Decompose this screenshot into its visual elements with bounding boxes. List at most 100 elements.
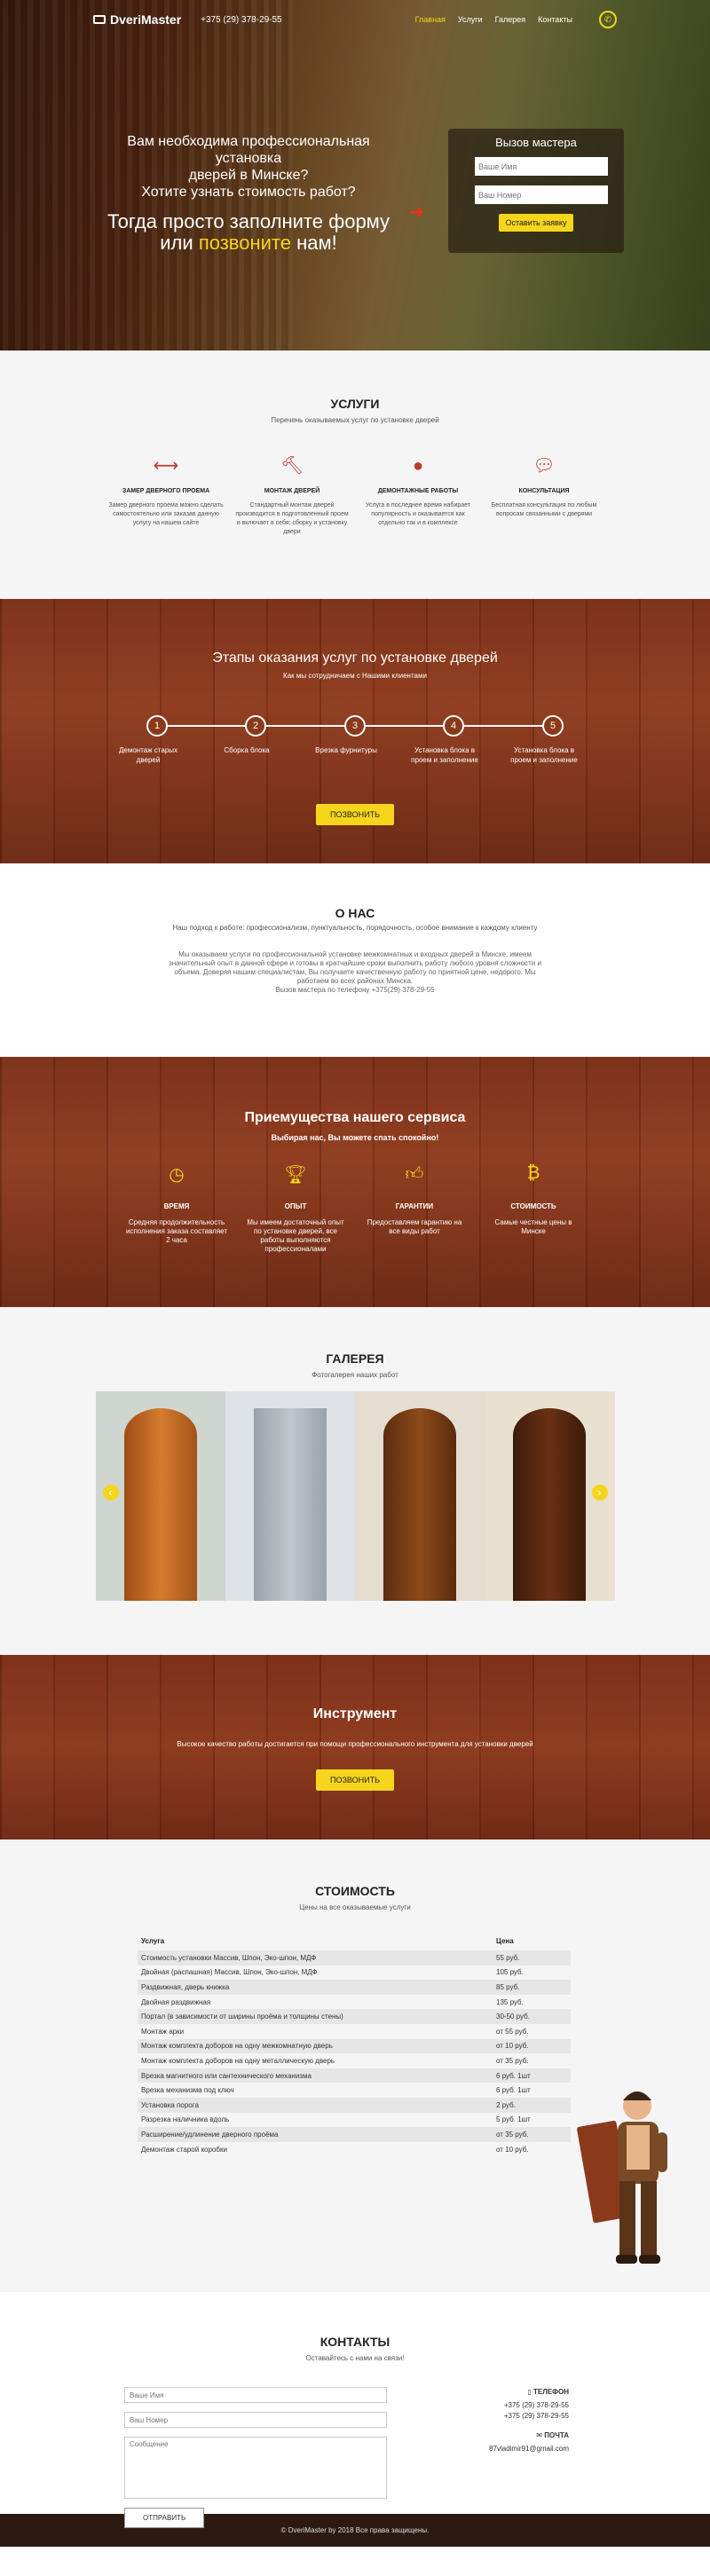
header-phone[interactable]: +375 (29) 378-29-55 bbox=[201, 15, 281, 25]
price-value: от 55 руб. bbox=[496, 2027, 529, 2036]
advantage-desc: Мы имеем достаточный опыт по установке д… bbox=[247, 1218, 344, 1253]
service-title: ДЕМОНТАЖНЫЕ РАБОТЫ bbox=[377, 488, 459, 494]
callback-submit-button[interactable]: Оставить заявку bbox=[498, 214, 574, 232]
hero-line-2: дверей в Минске? bbox=[188, 168, 309, 183]
callback-name-input[interactable] bbox=[475, 157, 608, 176]
price-value: 105 руб. bbox=[496, 1968, 524, 1977]
mail-heading-text: ПОЧТА bbox=[544, 2431, 569, 2439]
price-value: от 35 руб. bbox=[493, 2127, 571, 2142]
contact-email[interactable]: 87vladimir91@gmail.com bbox=[471, 2444, 569, 2454]
stages-call-button[interactable]: ПОЗВОНИТЬ bbox=[316, 804, 394, 825]
price-row: Врезка механизма под ключ 6 руб. 1шт bbox=[138, 2083, 571, 2098]
col-price: Цена bbox=[496, 1937, 514, 1945]
stages-section: Этапы оказания услуг по установке дверей… bbox=[0, 599, 710, 863]
tools-section: Инструмент Высокое качество работы дости… bbox=[0, 1655, 710, 1839]
advantage-title: ОПЫТ bbox=[284, 1202, 307, 1210]
step-1: 1 bbox=[146, 715, 168, 737]
price-value: 135 руб. bbox=[496, 1997, 524, 2006]
step-2: 2 bbox=[245, 715, 266, 737]
price-value: 30-50 руб. bbox=[493, 2009, 571, 2024]
menu-item-gallery[interactable]: Галерея bbox=[495, 15, 526, 24]
advantage-desc: Средняя продолжительность исполнения зак… bbox=[125, 1218, 228, 1244]
price-service: Расширение/удлинение дверного проёма bbox=[138, 2127, 493, 2142]
price-value: 5 руб. 1шт bbox=[496, 2115, 531, 2124]
gallery-subtitle: Фотогалерея наших работ bbox=[312, 1371, 398, 1379]
price-service: Монтаж комплекта доборов на одну межкомн… bbox=[138, 2038, 493, 2054]
about-phone-line: Вызов мастера по телефону +375(29) 378-2… bbox=[275, 986, 435, 994]
service-consult: 💬︎ КОНСУЛЬТАЦИЯ Бесплатная консультация … bbox=[486, 449, 602, 537]
arrow-right-icon: ➜ bbox=[408, 201, 425, 223]
advantage-experience: 🏆︎ ОПЫТ Мы имеем достаточный опыт по уст… bbox=[244, 1163, 347, 1254]
about-section: О НАС Наш подход к работе: профессионали… bbox=[0, 863, 710, 1057]
price-value: 2 руб. bbox=[493, 2097, 571, 2113]
gallery-image[interactable] bbox=[355, 1391, 485, 1601]
contact-info: ▯ ТЕЛЕФОН +375 (29) 378-29-55 +375 (29) … bbox=[471, 2387, 569, 2528]
service-title: МОНТАЖ ДВЕРЕЙ bbox=[264, 488, 320, 494]
advantages-title: Приемущества нашего сервиса bbox=[244, 1110, 466, 1125]
contacts-section: КОНТАКТЫ Оставайтесь с нами на связи! ОТ… bbox=[0, 2292, 710, 2528]
price-value: 85 руб. bbox=[493, 1980, 571, 1995]
chevron-right-icon: › bbox=[597, 1486, 602, 1499]
contact-phone-2[interactable]: +375 (29) 378-29-55 bbox=[471, 2411, 569, 2422]
callback-form: Вызов мастера Оставить заявку bbox=[448, 129, 624, 253]
contacts-title: КОНТАКТЫ bbox=[320, 2335, 390, 2349]
price-row: Установка порога 2 руб. bbox=[138, 2097, 571, 2113]
logo-text: DveriMaster bbox=[110, 12, 182, 27]
contact-message-input[interactable] bbox=[124, 2437, 387, 2499]
prices-title: СТОИМОСТЬ bbox=[315, 1884, 395, 1898]
menu-item-services[interactable]: Услуги bbox=[458, 15, 483, 24]
step-label-5: Установка блока в проем и заполнение bbox=[510, 746, 578, 764]
phone-call-button[interactable]: ✆ bbox=[599, 11, 617, 28]
advantage-desc: Предоставляем гарантию на все виды работ bbox=[367, 1218, 462, 1235]
menu-item-home[interactable]: Главная bbox=[415, 15, 446, 24]
price-service: Портал (в зависимости от ширины проёма и… bbox=[138, 2009, 493, 2024]
logo[interactable]: DveriMaster bbox=[93, 12, 181, 27]
contact-phone-input[interactable] bbox=[124, 2412, 387, 2428]
price-row: Демонтаж старой коробки от 10 руб. bbox=[138, 2142, 571, 2157]
services-title: УСЛУГИ bbox=[330, 397, 380, 411]
advantage-time: ◷ ВРЕМЯ Средняя продолжительность исполн… bbox=[125, 1163, 228, 1254]
service-desc: Замер дверного проема можно сделать само… bbox=[108, 502, 224, 526]
envelope-icon: ✉ bbox=[536, 2431, 542, 2439]
advantage-title: СТОИМОСТЬ bbox=[510, 1202, 556, 1210]
gallery-title: ГАЛЕРЕЯ bbox=[326, 1351, 384, 1366]
tools-call-button[interactable]: ПОЗВОНИТЬ bbox=[316, 1769, 394, 1791]
service-desc: Услуга в последнее время набирает популя… bbox=[365, 502, 471, 526]
about-paragraph: Мы оказываем услуги по профессиональной … bbox=[169, 950, 541, 985]
menu-item-contacts[interactable]: Контакты bbox=[538, 15, 572, 24]
hero-line-4: Тогда просто заполните форму bbox=[106, 210, 390, 232]
arrows-horizontal-icon: ⟷ bbox=[153, 456, 179, 476]
price-row: Портал (в зависимости от ширины проёма и… bbox=[138, 2009, 571, 2024]
callback-phone-input[interactable] bbox=[475, 185, 608, 204]
hammer-icon: 🔨︎ bbox=[280, 456, 304, 476]
hero-line-5: или позвоните нам! bbox=[98, 232, 399, 254]
phone-icon: ▯ bbox=[527, 2388, 532, 2396]
price-service: Монтаж арки bbox=[141, 2027, 185, 2036]
contact-phone-1[interactable]: +375 (29) 378-29-55 bbox=[471, 2400, 569, 2411]
price-service: Разрезка наличника вдоль bbox=[141, 2115, 230, 2124]
price-service: Врезка магнитного или сантехнического ме… bbox=[138, 2068, 493, 2084]
gallery-next-button[interactable]: › bbox=[591, 1485, 608, 1501]
price-row: Расширение/удлинение дверного проёма от 3… bbox=[138, 2127, 571, 2142]
gallery-prev-button[interactable]: ‹ bbox=[102, 1485, 119, 1501]
phone-heading-text: ТЕЛЕФОН bbox=[533, 2388, 569, 2396]
thumbs-up-icon: 👍︎ bbox=[405, 1164, 424, 1184]
gallery-image[interactable] bbox=[225, 1391, 355, 1601]
contact-submit-button[interactable]: ОТПРАВИТЬ bbox=[124, 2508, 205, 2528]
advantage-guarantee: 👍︎ ГАРАНТИИ Предоставляем гарантию на вс… bbox=[363, 1163, 466, 1254]
advantage-title: ГАРАНТИИ bbox=[395, 1202, 434, 1210]
services-section: УСЛУГИ Перечень оказываемых услуг по уст… bbox=[0, 351, 710, 599]
col-service: Услуга bbox=[141, 1937, 165, 1945]
mail-heading: ✉ ПОЧТА bbox=[471, 2430, 569, 2441]
advantage-desc: Самые честные цены в Минске bbox=[494, 1218, 572, 1235]
chat-bubbles-icon: 💬︎ bbox=[532, 456, 556, 476]
bomb-icon: ● bbox=[412, 456, 424, 476]
hero-line-3: Хотите узнать стоимость работ? bbox=[141, 185, 356, 200]
contact-name-input[interactable] bbox=[124, 2387, 387, 2403]
steps-timeline: 1 2 3 4 5 bbox=[146, 715, 564, 738]
step-label-4: Установка блока в проем и заполнение bbox=[411, 746, 478, 764]
phone-heading: ▯ ТЕЛЕФОН bbox=[471, 2387, 569, 2398]
chevron-left-icon: ‹ bbox=[108, 1486, 113, 1499]
step-4: 4 bbox=[443, 715, 464, 737]
advantage-cost: ₿ СТОИМОСТЬ Самые честные цены в Минске bbox=[482, 1163, 585, 1254]
